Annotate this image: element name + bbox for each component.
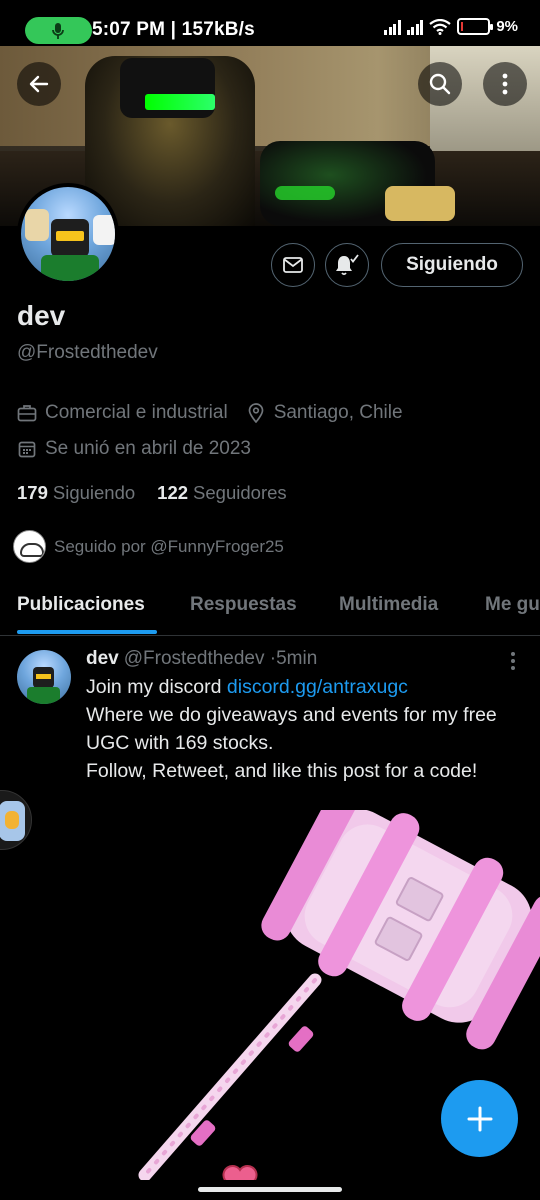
- bell-check-icon: [336, 254, 359, 276]
- battery-percent: 9%: [496, 18, 518, 35]
- microphone-icon: [52, 23, 64, 39]
- wifi-icon: [429, 18, 451, 35]
- profile-category: Comercial e industrial: [45, 402, 228, 423]
- active-tab-indicator: [17, 630, 157, 634]
- followed-by-text: Seguido por @FunnyFroger25: [54, 536, 284, 556]
- briefcase-icon: [17, 403, 37, 423]
- follow-counts: 179 Siguiendo 122 Seguidores: [17, 482, 287, 504]
- tab-me-gusta[interactable]: Me gu: [485, 594, 540, 616]
- followed-by-link[interactable]: Seguido por @FunnyFroger25: [13, 530, 284, 563]
- back-button[interactable]: [17, 62, 61, 106]
- user-handle: @Frostedthedev: [17, 342, 158, 363]
- more-vertical-icon: [511, 652, 515, 656]
- notifications-button[interactable]: [325, 243, 369, 287]
- search-icon: [429, 73, 451, 95]
- post-text-line: UGC with 169 stocks.: [86, 732, 274, 754]
- post-text-line: Where we do giveaways and events for my …: [86, 704, 497, 726]
- following-count-link[interactable]: 179 Siguiendo: [17, 482, 135, 504]
- followers-count-link[interactable]: 122 Seguidores: [157, 482, 286, 504]
- search-button[interactable]: [418, 62, 462, 106]
- post-time[interactable]: 5min: [276, 648, 317, 669]
- location-pin-icon: [246, 403, 266, 423]
- following-button[interactable]: Siguiendo: [381, 243, 523, 287]
- post-text-line: Join my discord discord.gg/antraxugc: [86, 676, 408, 698]
- tab-respuestas[interactable]: Respuestas: [190, 594, 297, 616]
- floating-side-bubble[interactable]: [0, 790, 32, 850]
- post-more-button[interactable]: [503, 650, 523, 672]
- profile-joined-date: Se unió en abril de 2023: [45, 438, 251, 459]
- calendar-icon: [17, 439, 37, 459]
- tab-multimedia[interactable]: Multimedia: [339, 594, 438, 616]
- profile-tabs: Publicaciones Respuestas Multimedia Me g…: [0, 582, 540, 636]
- more-options-button[interactable]: [483, 62, 527, 106]
- profile-meta-row: Comercial e industrial Santiago, Chile: [17, 402, 403, 424]
- arrow-left-icon: [29, 75, 49, 93]
- post-text-line: Follow, Retweet, and like this post for …: [86, 760, 478, 782]
- message-button[interactable]: [271, 243, 315, 287]
- profile-location: Santiago, Chile: [273, 402, 403, 423]
- display-name: dev: [17, 300, 66, 331]
- profile-joined-row: Se unió en abril de 2023: [17, 438, 251, 460]
- mail-icon: [283, 257, 303, 273]
- plus-icon: [467, 1106, 492, 1131]
- more-vertical-icon: [502, 73, 508, 95]
- status-icons: 9%: [384, 18, 518, 35]
- tab-publicaciones[interactable]: Publicaciones: [17, 594, 145, 616]
- post-avatar[interactable]: [17, 650, 71, 704]
- post-author-name[interactable]: dev: [86, 648, 119, 669]
- follower-avatar: [13, 530, 46, 563]
- battery-icon: [457, 18, 494, 35]
- post-author-handle[interactable]: @Frostedthedev: [124, 648, 265, 669]
- home-indicator[interactable]: [198, 1187, 342, 1192]
- post-discord-link[interactable]: discord.gg/antraxugc: [227, 676, 408, 698]
- post-header: dev @Frostedthedev ·5min: [86, 648, 317, 670]
- signal-icon: [384, 19, 401, 35]
- compose-post-button[interactable]: [441, 1080, 518, 1157]
- status-bar: 5:07 PM | 157kB/s 9%: [0, 0, 540, 46]
- profile-avatar[interactable]: [17, 183, 119, 285]
- status-time-speed: 5:07 PM | 157kB/s: [92, 19, 255, 40]
- signal-icon: [406, 19, 424, 35]
- mic-active-indicator: [25, 17, 92, 44]
